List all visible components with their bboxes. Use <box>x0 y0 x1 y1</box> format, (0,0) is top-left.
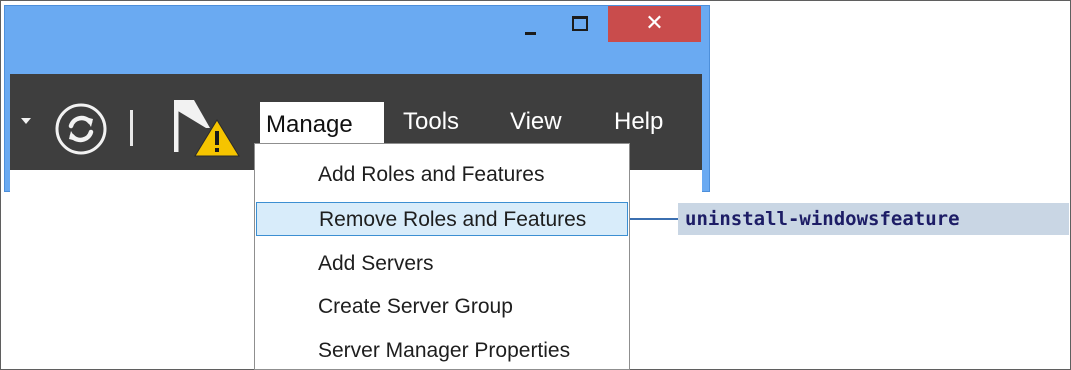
dropdown-caret-icon[interactable] <box>21 118 31 124</box>
close-button[interactable]: ✕ <box>608 6 701 42</box>
maximize-button[interactable] <box>560 6 600 44</box>
toolbar-separator <box>130 110 133 146</box>
menu-item-server-manager-properties[interactable]: Server Manager Properties <box>255 334 629 368</box>
close-icon: ✕ <box>645 11 664 36</box>
callout-connector-line <box>630 218 678 220</box>
manage-dropdown-menu: Add Roles and Features Remove Roles and … <box>254 143 630 370</box>
refresh-icon[interactable] <box>54 102 108 156</box>
menu-item-remove-roles-features[interactable]: Remove Roles and Features <box>256 202 628 236</box>
menu-item-add-roles-features[interactable]: Add Roles and Features <box>255 158 629 192</box>
powershell-command-callout: uninstall-windowsfeature <box>678 203 1069 235</box>
menu-item-create-server-group[interactable]: Create Server Group <box>255 290 629 324</box>
notifications-flag-warning-icon[interactable] <box>168 98 240 158</box>
menu-manage[interactable]: Manage <box>260 102 384 148</box>
menu-help[interactable]: Help <box>614 102 663 142</box>
minimize-button[interactable] <box>510 6 550 44</box>
menu-tools[interactable]: Tools <box>403 102 459 142</box>
menu-item-add-servers[interactable]: Add Servers <box>255 247 629 281</box>
menu-view[interactable]: View <box>510 102 562 142</box>
